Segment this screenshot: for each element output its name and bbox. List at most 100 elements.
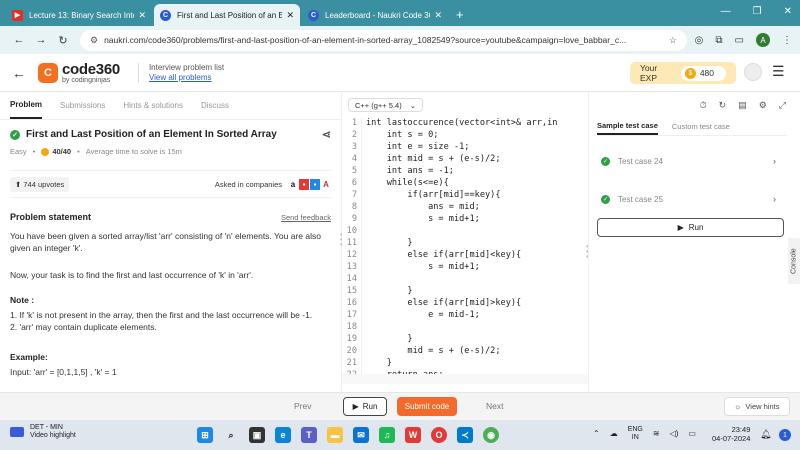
code-line[interactable]: 12 else if(arr[mid]<key){: [342, 250, 588, 262]
test-case-24[interactable]: ✓ Test case 24 ›: [601, 156, 776, 166]
windows-start-icon[interactable]: ⊞: [197, 427, 213, 443]
code-line[interactable]: 4 int mid = s + (e-s)/2;: [342, 154, 588, 166]
edge-icon[interactable]: e: [275, 427, 291, 443]
fullscreen-icon[interactable]: ⤢: [779, 100, 786, 111]
code-line[interactable]: 20 mid = s + (e-s)/2;: [342, 346, 588, 358]
notification-bell-icon[interactable]: 🔔︎: [760, 429, 771, 440]
view-hints-button[interactable]: ☼ View hints: [724, 397, 790, 416]
forward-icon[interactable]: →: [30, 34, 52, 46]
submit-code-button[interactable]: Submit code: [397, 397, 457, 416]
clock[interactable]: 23:49 04-07-2024: [712, 425, 750, 443]
close-icon[interactable]: ✕: [138, 10, 146, 21]
tab-hints-solutions[interactable]: Hints & solutions: [123, 92, 183, 119]
wifi-icon[interactable]: ≋: [653, 429, 660, 438]
browser-tab-problem[interactable]: C First and Last Position of an Ele ✕: [154, 4, 300, 26]
code-line[interactable]: 5 int ans = -1;: [342, 166, 588, 178]
extensions-puzzle-icon[interactable]: ⧉: [715, 35, 722, 46]
prev-button[interactable]: Prev: [294, 401, 311, 411]
tab-title: Lecture 13: Binary Search Interv: [29, 10, 135, 20]
console-tab[interactable]: Console: [788, 238, 800, 284]
weather-widget[interactable]: DET - MIN Video highlight: [10, 424, 76, 440]
hamburger-menu-icon[interactable]: ☰: [772, 63, 785, 80]
minimize-icon[interactable]: —: [721, 6, 731, 17]
browser-menu-icon[interactable]: ⋮: [782, 35, 792, 46]
tray-chevron-icon[interactable]: ⌃: [593, 429, 600, 438]
sidepanel-icon[interactable]: ▭: [735, 35, 744, 46]
code-line[interactable]: 10: [342, 226, 588, 238]
language-indicator[interactable]: ENG IN: [628, 426, 643, 441]
vscode-icon[interactable]: ≺: [457, 427, 473, 443]
saved-code-icon[interactable]: ▤: [738, 100, 747, 111]
exp-widget[interactable]: Your EXP $ 480: [630, 62, 736, 84]
volume-icon[interactable]: ◁): [670, 429, 679, 438]
browser-tab-lecture[interactable]: ▶ Lecture 13: Binary Search Interv ✕: [6, 4, 152, 26]
new-tab-button[interactable]: +: [456, 7, 464, 22]
upvote-button[interactable]: ⬆ 744 upvotes: [10, 176, 70, 192]
browser-tab-leaderboard[interactable]: C Leaderboard - Naukri Code 360 ✕: [302, 4, 448, 26]
code-line[interactable]: 17 e = mid-1;: [342, 310, 588, 322]
tab-submissions[interactable]: Submissions: [60, 92, 105, 119]
wps-icon[interactable]: W: [405, 427, 421, 443]
file-explorer-icon[interactable]: ▬: [327, 427, 343, 443]
run-button[interactable]: ▶ Run: [343, 397, 387, 416]
language-select[interactable]: C++ (g++ 5.4) ⌄: [348, 98, 423, 112]
back-arrow-icon[interactable]: ←: [12, 65, 26, 81]
code-line[interactable]: 1 int lastoccurence(vector<int>& arr,in: [342, 118, 588, 130]
profile-avatar[interactable]: A: [756, 33, 770, 47]
code360-logo[interactable]: C code360 by codingninjas: [38, 62, 120, 84]
code-editor[interactable]: C++ (g++ 5.4) ⌄ 1 int lastoccurence(vecto…: [342, 92, 588, 392]
task-view-icon[interactable]: ▣: [249, 427, 265, 443]
line-number: 2: [342, 130, 362, 142]
code-line[interactable]: 6 while(s<=e){: [342, 178, 588, 190]
restore-icon[interactable]: ❐: [753, 6, 762, 17]
code-line[interactable]: 15 }: [342, 286, 588, 298]
close-window-icon[interactable]: ✕: [784, 6, 792, 17]
reset-code-icon[interactable]: ↻: [719, 100, 727, 111]
url-bar[interactable]: ⚙ naukri.com/code360/problems/first-and-…: [80, 29, 687, 51]
code-line[interactable]: 9 s = mid+1;: [342, 214, 588, 226]
code-line[interactable]: 11 }: [342, 238, 588, 250]
run-test-button[interactable]: ▶ Run: [597, 218, 784, 237]
test-case-25[interactable]: ✓ Test case 25 ›: [601, 194, 776, 204]
share-icon[interactable]: ⋖: [322, 128, 331, 141]
send-feedback-link[interactable]: Send feedback: [281, 213, 331, 222]
view-all-problems-link[interactable]: View all problems: [149, 73, 224, 83]
code-line[interactable]: 7 if(arr[mid]==key){: [342, 190, 588, 202]
teams-icon[interactable]: T: [301, 427, 317, 443]
timer-icon[interactable]: ⏱: [700, 100, 707, 111]
code-line[interactable]: 16 else if(arr[mid]>key){: [342, 298, 588, 310]
code-line[interactable]: 3 int e = size -1;: [342, 142, 588, 154]
close-icon[interactable]: ✕: [434, 10, 442, 21]
code-area[interactable]: 1 int lastoccurence(vector<int>& arr,in 2 …: [342, 118, 588, 374]
code-line[interactable]: 18: [342, 322, 588, 334]
code-line[interactable]: 13 s = mid+1;: [342, 262, 588, 274]
extension-icon[interactable]: ◎: [695, 35, 704, 46]
search-icon[interactable]: ⌕: [223, 427, 239, 443]
code-line[interactable]: 19 }: [342, 334, 588, 346]
tab-sample-test-case[interactable]: Sample test case: [597, 118, 658, 135]
reload-icon[interactable]: ↻: [52, 34, 74, 47]
user-avatar[interactable]: [744, 63, 762, 81]
code-line[interactable]: 14: [342, 274, 588, 286]
close-icon[interactable]: ✕: [286, 10, 294, 21]
code-line[interactable]: 21 }: [342, 358, 588, 370]
spotify-icon[interactable]: ♫: [379, 427, 395, 443]
code-line[interactable]: 8 ans = mid;: [342, 202, 588, 214]
back-icon[interactable]: ←: [8, 34, 30, 46]
settings-gear-icon[interactable]: ⚙: [759, 100, 767, 111]
mail-icon[interactable]: ✉: [353, 427, 369, 443]
battery-icon[interactable]: ▭: [688, 429, 696, 438]
bookmark-star-icon[interactable]: ☆: [669, 35, 677, 46]
next-button[interactable]: Next: [486, 401, 503, 411]
company-logos[interactable]: a ▪ ▪ A: [288, 178, 331, 190]
chrome-icon[interactable]: ◉: [483, 427, 499, 443]
notification-badge[interactable]: 1: [779, 429, 791, 441]
code-line[interactable]: 2 int s = 0;: [342, 130, 588, 142]
opera-icon[interactable]: O: [431, 427, 447, 443]
tab-problem[interactable]: Problem: [10, 92, 43, 119]
site-info-icon[interactable]: ⚙: [90, 35, 98, 46]
tab-custom-test-case[interactable]: Custom test case: [672, 118, 730, 135]
editor-scrollbar[interactable]: [342, 374, 588, 384]
tab-discuss[interactable]: Discuss: [201, 92, 229, 119]
onedrive-icon[interactable]: ☁: [610, 429, 618, 438]
